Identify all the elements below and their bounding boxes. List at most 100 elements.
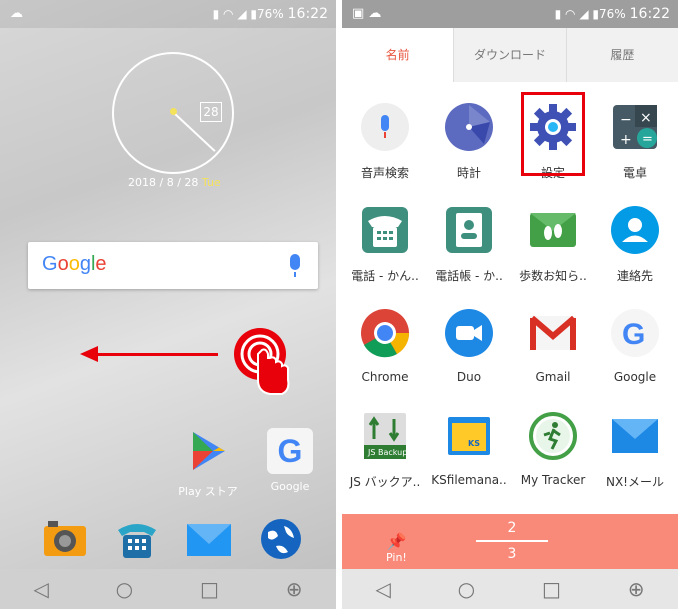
settings-highlight-box [521,92,585,176]
duo-icon [445,309,493,357]
svg-text:×: × [640,110,652,126]
app-label: KSfilemana.. [431,473,507,487]
contacts-book-icon [446,207,492,253]
clock-icon [445,103,493,151]
page-divider [476,540,548,542]
app-label: 連絡先 [616,269,653,283]
mail-icon [187,524,231,556]
my-tracker-icon [529,412,577,460]
dock-camera[interactable] [42,518,88,560]
home-app-google[interactable]: G Google [260,428,320,493]
status-bar: ▣ ☁ ▮ ◠ ◢ ▮76% 16:22 [342,0,678,28]
status-time: 16:22 [629,6,670,22]
phone-simple-icon [362,207,408,253]
app-google[interactable]: G Google [594,298,676,384]
clock-date-text: 2018 / 8 / 28 [128,176,199,189]
home-app-play-store[interactable]: Play ストア [178,428,238,499]
home-screen: ☁ ▮ ◠ ◢ ▮76% 16:22 28 2018 / 8 / 28 Tue G… [0,0,336,609]
calculator-icon: − × + = [613,105,657,149]
contacts-icon [611,206,659,254]
svg-text:=: = [642,132,653,147]
back-icon[interactable]: ◁ [375,577,390,601]
status-bar: ☁ ▮ ◠ ◢ ▮76% 16:22 [0,0,336,28]
svg-text:JS Backup: JS Backup [367,448,407,457]
dock [0,518,336,564]
app-phonebook[interactable]: 電話帳 - か.. [428,195,510,284]
clock-center-dot [170,108,177,115]
app-label: 電話 - かん.. [351,269,419,283]
dock-mail[interactable] [186,518,232,560]
clock-widget[interactable]: 28 [112,52,234,174]
clock-date-box: 28 [200,102,222,122]
app-drawer-screen: ▣ ☁ ▮ ◠ ◢ ▮76% 16:22 名前 ダウンロード 履歴 音声検索 時計… [342,0,678,609]
app-calculator[interactable]: − × + = 電卓 [594,92,676,181]
mic-icon[interactable] [290,254,300,277]
camera-icon [44,521,86,556]
recents-icon[interactable]: □ [200,577,219,601]
app-step-notify[interactable]: 歩数お知ら.. [512,195,594,284]
app-label: 時計 [456,166,481,180]
app-clock[interactable]: 時計 [428,92,510,181]
pin-icon: 📌 [386,532,407,551]
tab-name[interactable]: 名前 [342,28,454,82]
home-app-label: Google [270,480,310,493]
swipe-arrow-line [96,353,218,356]
app-voice-search[interactable]: 音声検索 [344,92,426,181]
clock-date: 2018 / 8 / 28 Tue [128,176,221,189]
page-current: 2 [507,520,517,536]
app-label: 電話帳 - か.. [435,269,503,283]
signal-icon: ▮ ◠ ◢ [212,7,247,21]
zoom-icon[interactable]: ⊕ [286,577,303,601]
battery-percent: 76% [598,7,626,21]
pin-button[interactable]: 📌 Pin! [386,532,407,564]
notification-icon: ▣ ☁ [352,6,382,21]
pin-label: Pin! [386,551,407,564]
dock-phone[interactable] [114,518,160,560]
google-icon: G [611,309,659,357]
signal-icon: ▮ ◠ ◢ [554,7,589,21]
app-label: Google [613,370,657,384]
app-gmail[interactable]: Gmail [512,298,594,384]
svg-text:G: G [622,318,645,351]
nav-bar: ◁ ○ □ ⊕ [0,569,336,609]
nx-mail-icon [612,419,658,453]
page-indicator[interactable]: 2 3 [472,520,552,562]
app-label: JS バックア.. [349,475,421,489]
svg-text:+: + [620,132,632,148]
app-contacts[interactable]: 連絡先 [594,195,676,284]
nav-bar: ◁ ○ □ ⊕ [342,569,678,609]
page-total: 3 [507,546,517,562]
app-ks-filemanager[interactable]: KS KSfilemana.. [428,401,510,487]
home-app-label: Play ストア [178,485,238,498]
status-time: 16:22 [287,6,328,22]
browser-icon [261,519,301,559]
app-nx-mail[interactable]: NX!メール [594,401,676,490]
app-label: 電卓 [622,166,647,180]
back-icon[interactable]: ◁ [33,577,48,601]
app-label: 音声検索 [360,166,409,180]
zoom-icon[interactable]: ⊕ [628,577,645,601]
tab-history[interactable]: 履歴 [565,28,678,82]
footsteps-mail-icon [530,213,576,247]
app-js-backup[interactable]: JS Backup JS バックア.. [344,401,426,490]
app-chrome[interactable]: Chrome [344,298,426,384]
tap-gesture-icon [234,328,290,395]
home-icon[interactable]: ○ [458,577,475,601]
app-label: Duo [456,370,482,384]
google-search-bar[interactable]: Google [28,242,318,289]
dock-browser[interactable] [258,518,304,560]
page-bar: 📌 Pin! 2 3 [342,514,678,569]
app-my-tracker[interactable]: My Tracker [512,401,594,487]
app-duo[interactable]: Duo [428,298,510,384]
tab-download[interactable]: ダウンロード [453,28,565,82]
app-label: 歩数お知ら.. [519,269,587,283]
js-backup-icon: JS Backup [364,413,407,459]
drawer-tabs: 名前 ダウンロード 履歴 [342,28,678,82]
notification-icon: ☁ [10,6,23,21]
google-logo: Google [42,253,107,275]
home-icon[interactable]: ○ [116,577,133,601]
google-icon: G [267,428,313,474]
recents-icon[interactable]: □ [542,577,561,601]
app-phone-easy[interactable]: 電話 - かん.. [344,195,426,284]
battery-percent: 76% [256,7,284,21]
